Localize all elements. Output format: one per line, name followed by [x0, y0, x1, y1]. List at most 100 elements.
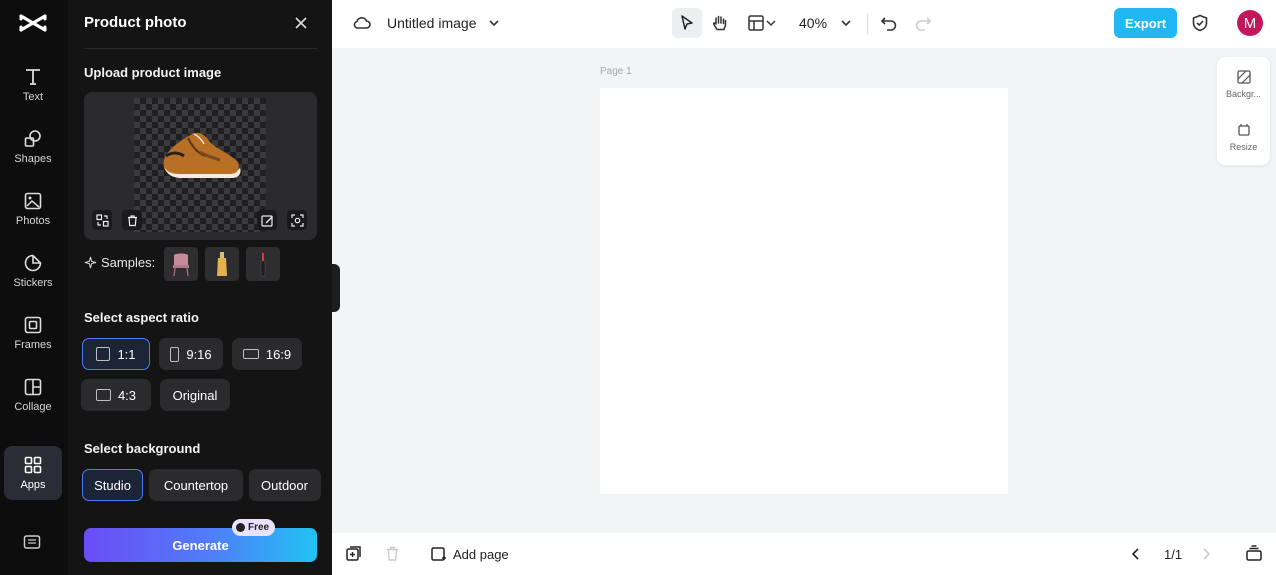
trash-icon[interactable] [384, 545, 401, 562]
duplicate-page-icon[interactable] [345, 545, 362, 562]
cursor-icon [681, 15, 693, 30]
chevron-down-icon[interactable] [484, 13, 504, 33]
lipstick-sample-image [260, 253, 266, 277]
add-page-label: Add page [453, 547, 509, 562]
canvas-page[interactable] [600, 88, 1008, 494]
aspect-option-label: 4:3 [117, 387, 137, 403]
rail-item-label: Shapes [14, 153, 52, 165]
close-icon[interactable] [292, 14, 310, 32]
rail-item-frames[interactable]: Frames [4, 306, 62, 360]
rail-item-collage[interactable]: Collage [4, 368, 62, 422]
rail-item-label: Collage [14, 401, 52, 413]
free-badge: Free [232, 519, 276, 536]
stickers-icon [24, 254, 42, 272]
aspect-option-label: Original [172, 387, 218, 403]
add-page-icon [431, 547, 446, 561]
rail-item-shapes[interactable]: Shapes [4, 120, 62, 174]
sample-chair[interactable] [164, 247, 198, 281]
generate-button[interactable]: Generate [84, 528, 317, 562]
chevron-down-icon[interactable] [764, 13, 778, 33]
aspect-option-16-9[interactable]: 16:9 [232, 338, 302, 370]
rail-item-photos[interactable]: Photos [4, 182, 62, 236]
rail-item-apps[interactable]: Apps [4, 446, 62, 500]
edit-image-button[interactable] [257, 210, 277, 230]
page-counter: 1/1 [1164, 547, 1183, 562]
panel-collapse-handle[interactable] [332, 264, 340, 312]
aspect-option-label: 1:1 [117, 346, 136, 362]
background-option-studio[interactable]: Studio [82, 469, 143, 501]
layout-icon[interactable] [746, 13, 766, 33]
frames-icon [24, 316, 42, 334]
background-label: Select background [84, 441, 201, 456]
keyboard-shortcuts-icon[interactable] [22, 532, 42, 552]
background-tool[interactable]: Backgr... [1217, 69, 1270, 99]
shield-icon[interactable] [1190, 13, 1210, 33]
trash-icon [127, 214, 137, 226]
hand-icon[interactable] [710, 13, 730, 33]
swap-icon [95, 213, 109, 227]
chair-sample-image [173, 253, 189, 277]
export-button[interactable]: Export [1114, 8, 1177, 38]
shapes-icon [24, 130, 41, 147]
samples-text: Samples: [101, 255, 156, 270]
add-page-button[interactable]: Add page [430, 546, 509, 563]
chevron-down-icon[interactable] [836, 13, 856, 33]
shoe-image [163, 132, 241, 178]
aspect-option-original[interactable]: Original [160, 379, 230, 411]
delete-image-button[interactable] [122, 210, 142, 230]
portrait-ratio-icon [170, 346, 180, 362]
zoom-level[interactable]: 40% [799, 15, 827, 31]
bottle-sample-image [217, 252, 227, 276]
bottom-bar: Add page 1/1 [332, 533, 1276, 575]
divider [867, 14, 868, 34]
aspect-ratio-label: Select aspect ratio [84, 310, 199, 325]
resize-tool[interactable]: Resize [1217, 122, 1270, 152]
product-photo-panel: Product photo Upload product image Sampl… [68, 0, 332, 575]
rail-item-label: Text [22, 91, 44, 103]
rail-item-label: Photos [15, 215, 51, 227]
select-tool-button[interactable] [672, 8, 702, 38]
square-ratio-icon [96, 347, 111, 361]
cutout-button[interactable] [287, 210, 307, 230]
redo-icon[interactable] [913, 13, 933, 33]
rail-item-text[interactable]: Text [4, 58, 62, 112]
undo-icon[interactable] [879, 13, 899, 33]
rail-item-stickers[interactable]: Stickers [4, 244, 62, 298]
background-icon [1236, 70, 1251, 84]
rail-item-label: Stickers [13, 277, 53, 289]
page-label: Page 1 [600, 66, 632, 77]
sample-lipstick[interactable] [246, 247, 280, 281]
cloud-icon[interactable] [352, 13, 372, 33]
generate-label: Generate [172, 537, 229, 553]
page-manager-icon[interactable] [1245, 544, 1263, 562]
resize-icon [1237, 124, 1250, 136]
aspect-option-9-16[interactable]: 9:16 [159, 338, 223, 370]
background-option-label: Countertop [163, 477, 229, 493]
aspect-option-1-1[interactable]: 1:1 [82, 338, 150, 370]
avatar[interactable]: M [1237, 10, 1263, 36]
left-rail: Text Shapes Photos Stickers Frames Colla… [0, 0, 68, 575]
chevron-left-icon[interactable] [1128, 545, 1144, 563]
background-option-countertop[interactable]: Countertop [149, 469, 243, 501]
aspect-option-label: 16:9 [265, 346, 292, 362]
rail-item-label: Frames [14, 339, 52, 351]
apps-icon [24, 456, 42, 474]
capcut-logo-icon[interactable] [18, 10, 48, 36]
chevron-right-icon[interactable] [1198, 545, 1214, 563]
ratio-4-3-icon [95, 389, 111, 401]
document-title[interactable]: Untitled image [387, 15, 477, 31]
sample-bottle[interactable] [205, 247, 239, 281]
replace-image-button[interactable] [92, 210, 112, 230]
background-option-label: Studio [94, 477, 131, 493]
rail-item-label: Apps [20, 479, 46, 491]
upload-box[interactable] [84, 92, 317, 240]
samples-label: Samples: [84, 255, 155, 270]
aspect-option-4-3[interactable]: 4:3 [81, 379, 151, 411]
background-tool-label: Backgr... [1225, 89, 1261, 99]
credit-icon [236, 523, 245, 532]
photos-icon [24, 192, 42, 210]
text-icon [26, 69, 40, 85]
background-option-label: Outdoor [261, 477, 308, 493]
landscape-ratio-icon [242, 349, 259, 359]
background-option-outdoor[interactable]: Outdoor [249, 469, 321, 501]
